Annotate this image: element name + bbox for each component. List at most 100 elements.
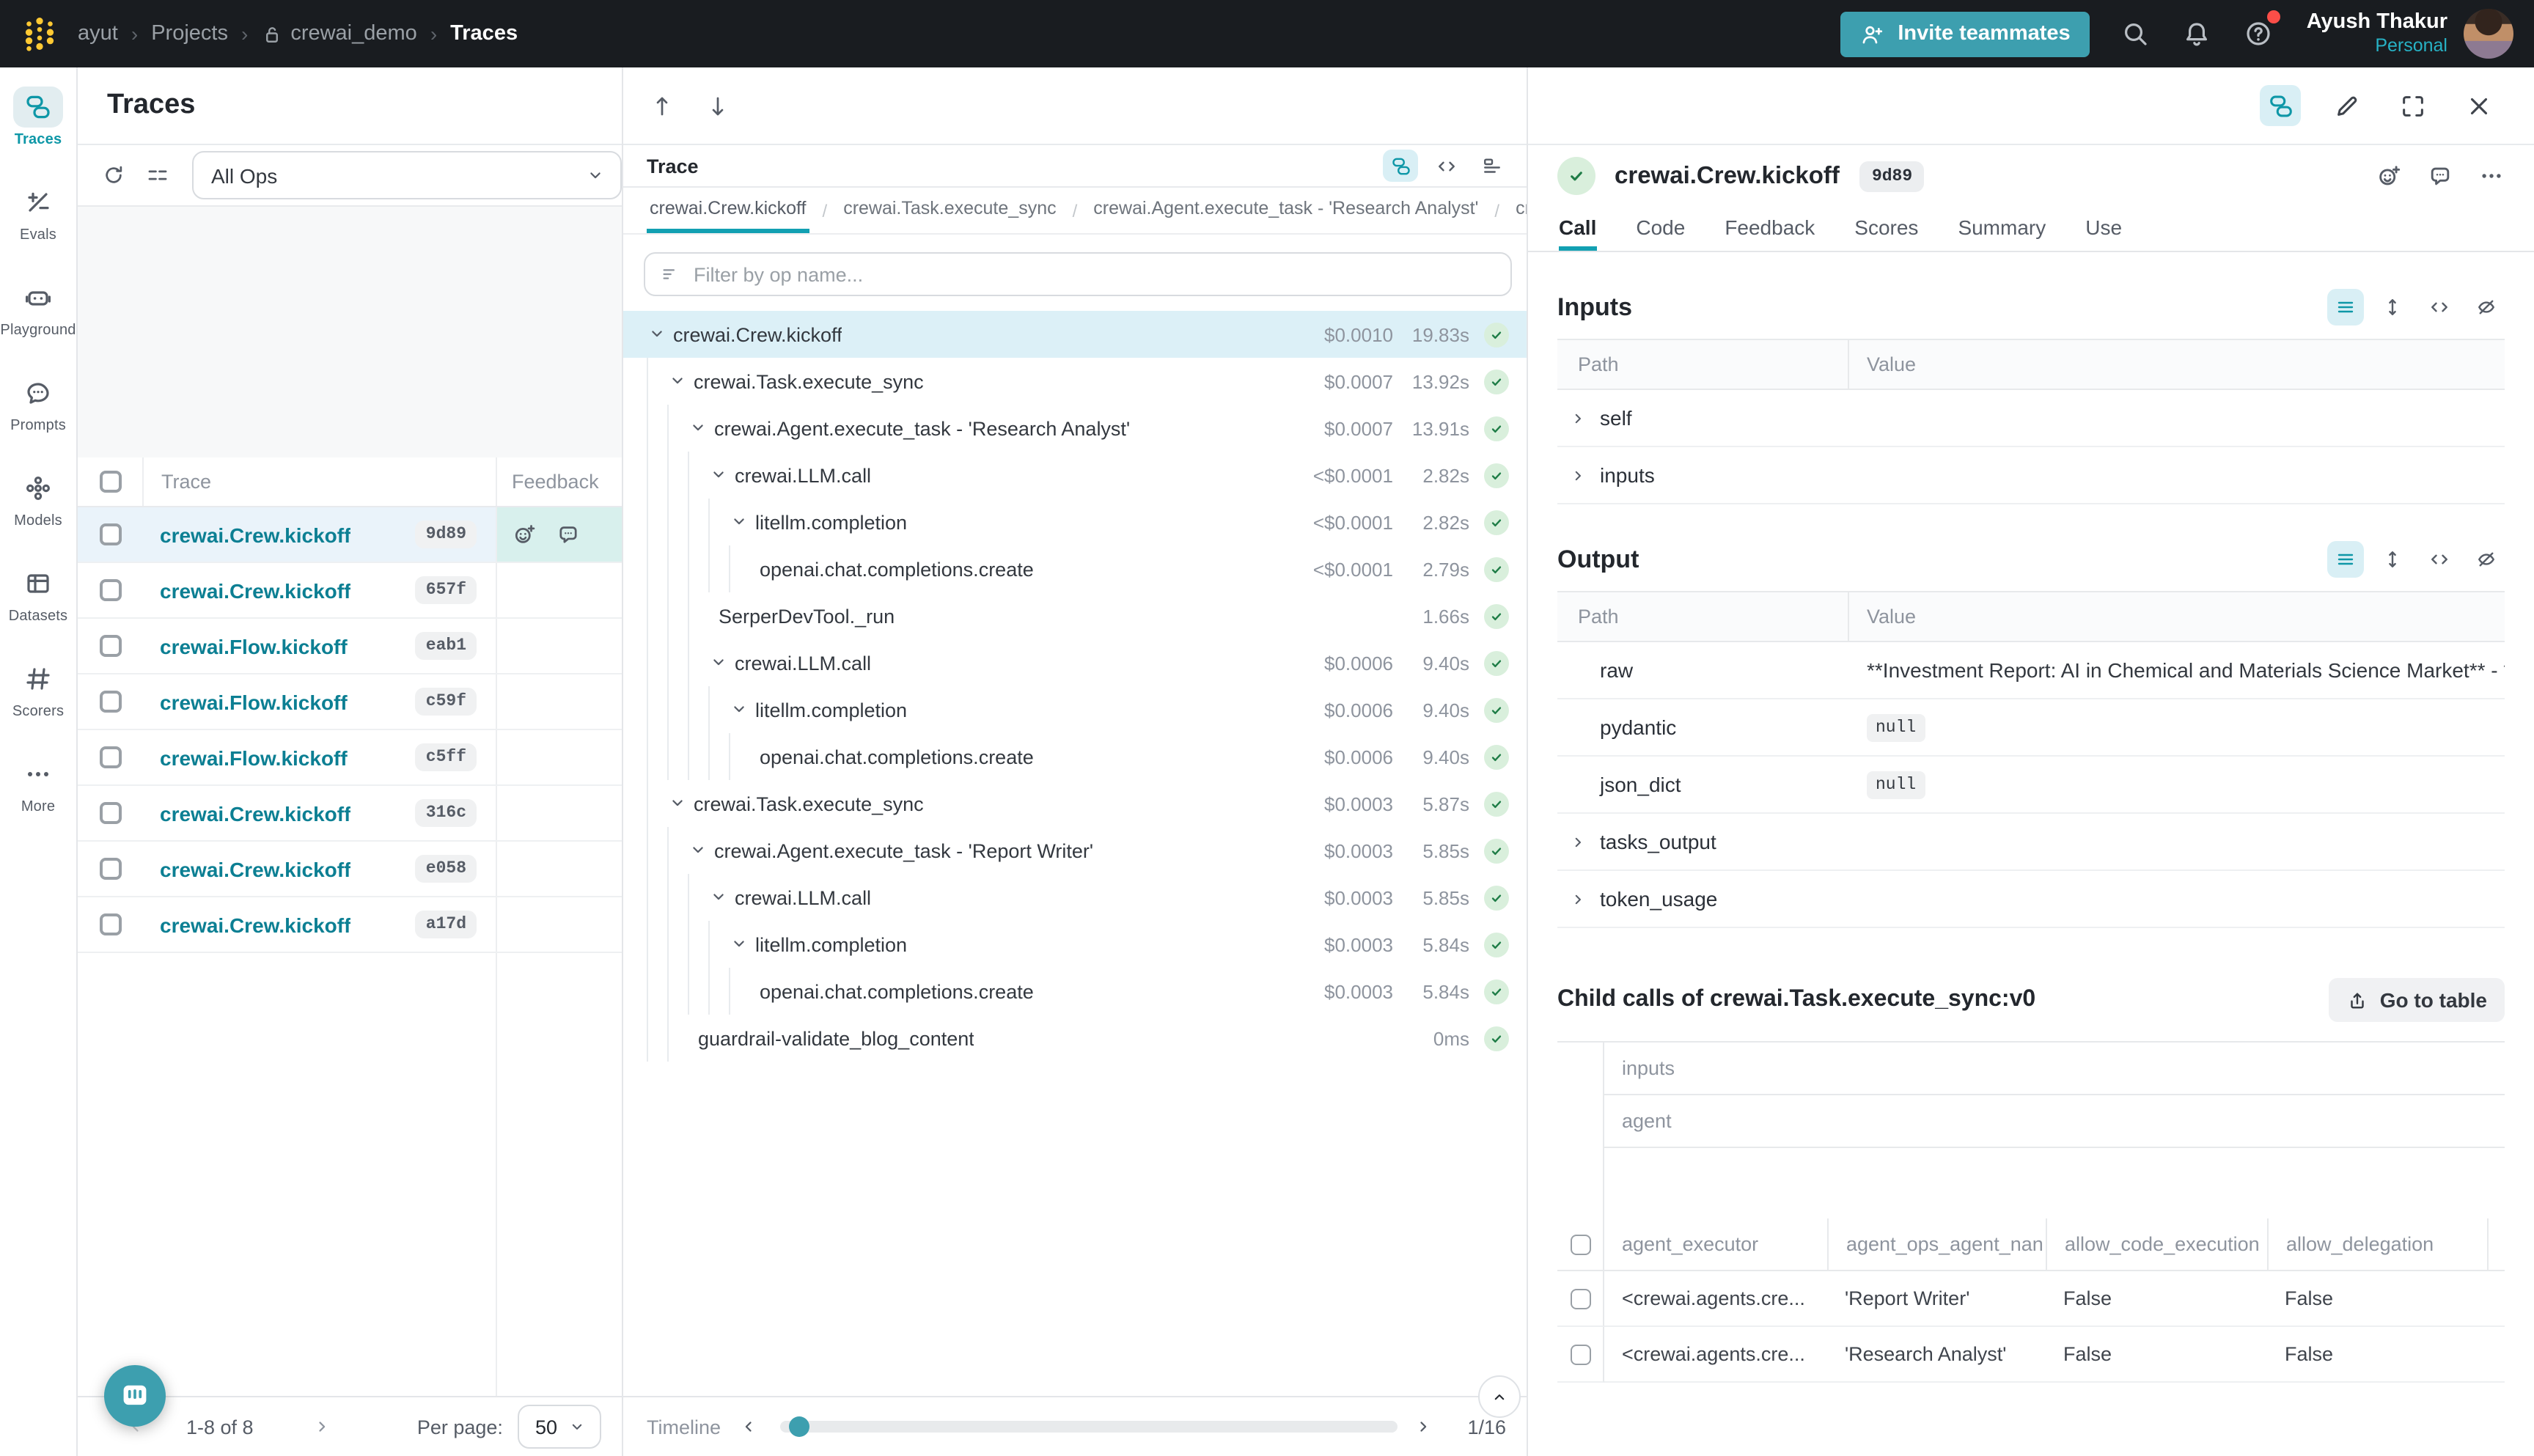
sidebar-item-scorers[interactable]: Scorers [0,658,76,720]
sidebar-item-datasets[interactable]: Datasets [0,563,76,625]
column-header[interactable]: agent_ops_agent_nan [1827,1218,2046,1271]
row-checkbox[interactable] [99,691,121,713]
call-id-badge[interactable]: 9d89 [1860,161,1924,191]
timeline-slider[interactable] [779,1421,1398,1433]
call-tree-row[interactable]: crewai.Agent.execute_task - 'Report Writ… [623,827,1527,874]
trace-name-link[interactable]: crewai.Crew.kickoff [160,857,350,880]
call-tree-row[interactable]: litellm.completion$0.00069.40s [623,686,1527,733]
output-hide-button[interactable] [2468,541,2505,578]
trace-row[interactable]: crewai.Flow.kickoffc59f [78,674,622,730]
call-tree-row[interactable]: openai.chat.completions.create$0.00069.4… [623,733,1527,780]
per-page-select[interactable]: 50 [518,1405,601,1449]
trace-name-link[interactable]: crewai.Flow.kickoff [160,690,348,713]
output-row[interactable]: token_usage [1557,871,2505,928]
flame-view-button[interactable] [1474,150,1509,182]
row-checkbox[interactable] [1570,1288,1590,1309]
add-reaction-button[interactable] [2376,163,2402,189]
inputs-code-view-button[interactable] [2421,289,2458,326]
trace-name-link[interactable]: crewai.Crew.kickoff [160,801,350,825]
row-checkbox[interactable] [1570,1344,1590,1364]
trace-name-link[interactable]: crewai.Flow.kickoff [160,746,348,769]
call-tree-row[interactable]: litellm.completion<$0.00012.82s [623,499,1527,545]
row-checkbox[interactable] [99,858,121,880]
trace-row[interactable]: crewai.Crew.kickoff9d89 [78,507,622,563]
inputs-expand-button[interactable] [2374,289,2411,326]
tab-feedback[interactable]: Feedback [1725,207,1815,251]
call-tree-row[interactable]: crewai.Task.execute_sync$0.000713.92s [623,358,1527,405]
avatar[interactable] [2464,9,2513,59]
columns-button[interactable] [136,155,177,196]
output-code-view-button[interactable] [2421,541,2458,578]
trace-row[interactable]: crewai.Crew.kickoff316c [78,786,622,842]
row-checkbox[interactable] [99,802,121,824]
select-all-checkbox[interactable] [99,471,121,493]
go-to-table-button[interactable]: Go to table [2329,978,2505,1022]
trace-row[interactable]: crewai.Crew.kickoff657f [78,563,622,619]
call-tree-row[interactable]: crewai.LLM.call<$0.00012.82s [623,452,1527,499]
call-tree-row[interactable]: crewai.LLM.call$0.00035.85s [623,874,1527,921]
call-tree-row[interactable]: openai.chat.completions.create<$0.00012.… [623,545,1527,592]
inputs-row[interactable]: inputs [1557,447,2505,504]
output-list-view-button[interactable] [2327,541,2364,578]
row-checkbox[interactable] [99,746,121,768]
trace-row[interactable]: crewai.Flow.kickoffc5ff [78,730,622,786]
sidebar-item-playground[interactable]: Playground [0,277,76,339]
output-expand-button[interactable] [2374,541,2411,578]
next-page-button[interactable] [304,1408,342,1446]
edit-button[interactable] [2326,85,2367,126]
op-filter-input[interactable] [694,263,1496,285]
row-checkbox[interactable] [99,523,121,545]
sidebar-item-models[interactable]: Models [0,468,76,529]
help-button[interactable] [2228,3,2289,65]
inputs-hide-button[interactable] [2468,289,2505,326]
column-header[interactable]: agent_executor [1604,1218,1827,1271]
trace-column-header[interactable]: Trace [142,457,496,506]
trace-name-link[interactable]: crewai.Crew.kickoff [160,578,350,602]
trace-path-tab[interactable]: crewai.Agent.execute_task - 'Research An… [1090,188,1481,233]
timeline-prev-button[interactable] [737,1416,763,1437]
call-tree-row[interactable]: crewai.Crew.kickoff$0.001019.83s [623,311,1527,358]
ops-filter-select[interactable]: All Ops [192,151,622,199]
call-tree-row[interactable]: litellm.completion$0.00035.84s [623,921,1527,968]
close-button[interactable] [2458,85,2499,126]
select-all-checkbox[interactable] [1570,1234,1590,1254]
search-button[interactable] [2104,3,2166,65]
trace-row[interactable]: crewai.Crew.kickoffa17d [78,897,622,953]
call-tree-row[interactable]: SerperDevTool._run1.66s [623,592,1527,639]
sidebar-item-prompts[interactable]: Prompts [0,372,76,434]
refresh-button[interactable] [92,155,133,196]
call-tree-row[interactable]: crewai.Agent.execute_task - 'Research An… [623,405,1527,452]
invite-teammates-button[interactable]: Invite teammates [1840,11,2089,56]
call-tree-row[interactable]: openai.chat.completions.create$0.00035.8… [623,968,1527,1015]
timeline-slider-thumb[interactable] [788,1416,809,1437]
notifications-button[interactable] [2166,3,2228,65]
trace-name-link[interactable]: crewai.Crew.kickoff [160,913,350,936]
sidebar-item-evals[interactable]: Evals [0,182,76,243]
row-checkbox[interactable] [99,913,121,935]
column-header[interactable]: b [2487,1218,2505,1271]
trace-row[interactable]: crewai.Flow.kickoffeab1 [78,619,622,674]
trace-name-link[interactable]: crewai.Flow.kickoff [160,634,348,658]
tab-call[interactable]: Call [1559,207,1596,251]
trace-path-tab[interactable]: crewai.Crew.kickoff [647,188,809,233]
trace-path-tab[interactable]: crewai.Task.execute_sync [840,188,1059,233]
output-row[interactable]: tasks_output [1557,814,2505,871]
code-view-button[interactable] [1428,150,1464,182]
feedback-column-header[interactable]: Feedback [496,457,622,506]
prev-call-button[interactable] [650,93,675,118]
sidebar-item-more[interactable]: More [0,754,76,815]
user-menu[interactable]: Ayush Thakur Personal [2307,10,2447,58]
more-options-button[interactable] [2478,163,2505,189]
trace-name-link[interactable]: crewai.Crew.kickoff [160,523,350,546]
sidebar-item-traces[interactable]: Traces [0,87,76,148]
next-call-button[interactable] [705,93,730,118]
tab-use[interactable]: Use [2085,207,2122,251]
tree-view-button[interactable] [1383,150,1418,182]
inputs-row[interactable]: self [1557,390,2505,447]
breadcrumb-project[interactable]: crewai_demo [261,22,417,45]
wandb-logo[interactable] [0,14,78,54]
detail-tree-view-button[interactable] [2260,85,2301,126]
call-tree-row[interactable]: crewai.Task.execute_sync$0.00035.87s [623,780,1527,827]
collapse-timeline-button[interactable] [1478,1375,1521,1418]
breadcrumb-team[interactable]: ayut [78,22,118,45]
